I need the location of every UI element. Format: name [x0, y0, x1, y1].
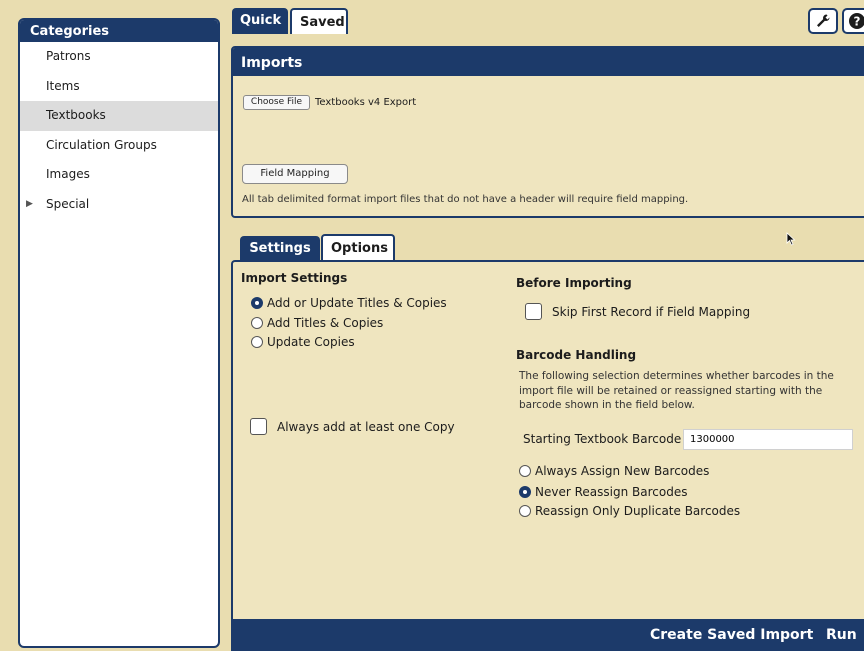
radio-label: Add or Update Titles & Copies: [267, 296, 447, 310]
choose-file-button[interactable]: Choose File: [243, 95, 310, 110]
categories-sidebar: Categories Patrons Items Textbooks Circu…: [18, 18, 220, 648]
checkbox-box: [250, 418, 267, 435]
radio-label: Never Reassign Barcodes: [535, 485, 688, 499]
imports-panel: Imports Choose File Textbooks v4 Export …: [231, 46, 864, 218]
barcode-handling-description: The following selection determines wheth…: [519, 370, 834, 411]
radio-label: Always Assign New Barcodes: [535, 464, 710, 478]
wrench-icon: [817, 14, 830, 27]
checkbox-label: Skip First Record if Field Mapping: [552, 304, 751, 319]
svg-text:?: ?: [854, 15, 861, 29]
sidebar-item-label: Circulation Groups: [46, 137, 157, 152]
sidebar-item-textbooks[interactable]: Textbooks: [20, 101, 218, 131]
skip-first-record-checkbox[interactable]: Skip First Record if Field Mapping: [525, 303, 750, 320]
help-button[interactable]: ?: [842, 8, 864, 34]
wrench-button[interactable]: [808, 8, 838, 34]
disclosure-triangle-icon[interactable]: ▶: [26, 190, 33, 220]
tab-quick[interactable]: Quick: [232, 8, 288, 34]
radio-unselected-icon: [519, 505, 531, 517]
sidebar-item-label: Patrons: [46, 49, 91, 63]
radio-unselected-icon: [519, 465, 531, 477]
help-icon: ?: [849, 13, 864, 29]
radio-add-or-update-titles-copies[interactable]: Add or Update Titles & Copies: [251, 296, 447, 310]
radio-always-assign-new-barcodes[interactable]: Always Assign New Barcodes: [519, 464, 709, 478]
tab-options[interactable]: Options: [321, 234, 395, 262]
radio-unselected-icon: [251, 336, 263, 348]
settings-panel: Import Settings Add or Update Titles & C…: [231, 260, 864, 651]
radio-selected-icon: [519, 486, 531, 498]
starting-barcode-label: Starting Textbook Barcode: [523, 432, 682, 446]
field-mapping-button[interactable]: Field Mapping: [242, 164, 348, 184]
sidebar-item-images[interactable]: Images: [20, 160, 218, 190]
import-settings-title: Import Settings: [241, 271, 348, 285]
action-footer: Create Saved Import Run: [231, 619, 864, 651]
radio-add-titles-copies[interactable]: Add Titles & Copies: [251, 316, 383, 330]
field-mapping-note: All tab delimited format import files th…: [242, 194, 689, 205]
barcode-handling-title: Barcode Handling: [516, 348, 637, 362]
sidebar-item-label: Textbooks: [46, 108, 106, 123]
radio-label: Update Copies: [267, 335, 355, 349]
sidebar-item-special[interactable]: ▶ Special: [20, 190, 218, 220]
sidebar-item-patrons[interactable]: Patrons: [20, 42, 218, 72]
before-importing-title: Before Importing: [516, 276, 632, 290]
sidebar-item-label: Special: [46, 196, 90, 211]
tab-settings[interactable]: Settings: [240, 236, 320, 262]
checkbox-label: Always add at least one Copy: [277, 419, 455, 434]
sidebar-item-label: Items: [46, 78, 80, 93]
run-button[interactable]: Run: [826, 619, 857, 651]
create-saved-import-button[interactable]: Create Saved Import: [650, 619, 813, 651]
selected-file-name: Textbooks v4 Export: [315, 97, 417, 108]
radio-selected-icon: [251, 297, 263, 309]
starting-barcode-input[interactable]: [683, 429, 853, 450]
mouse-pointer-icon: [786, 232, 796, 246]
tab-saved[interactable]: Saved: [290, 8, 348, 34]
radio-unselected-icon: [251, 317, 263, 329]
sidebar-item-items[interactable]: Items: [20, 72, 218, 102]
radio-reassign-only-duplicate-barcodes[interactable]: Reassign Only Duplicate Barcodes: [519, 504, 740, 518]
sidebar-item-circulation-groups[interactable]: Circulation Groups: [20, 131, 218, 161]
radio-label: Reassign Only Duplicate Barcodes: [535, 504, 741, 518]
sidebar-title: Categories: [20, 20, 218, 42]
checkbox-box: [525, 303, 542, 320]
radio-label: Add Titles & Copies: [267, 316, 384, 330]
imports-title: Imports: [233, 48, 864, 76]
sidebar-item-label: Images: [46, 167, 90, 182]
radio-update-copies[interactable]: Update Copies: [251, 335, 355, 349]
always-add-copy-checkbox[interactable]: Always add at least one Copy: [250, 418, 455, 435]
radio-never-reassign-barcodes[interactable]: Never Reassign Barcodes: [519, 485, 687, 499]
